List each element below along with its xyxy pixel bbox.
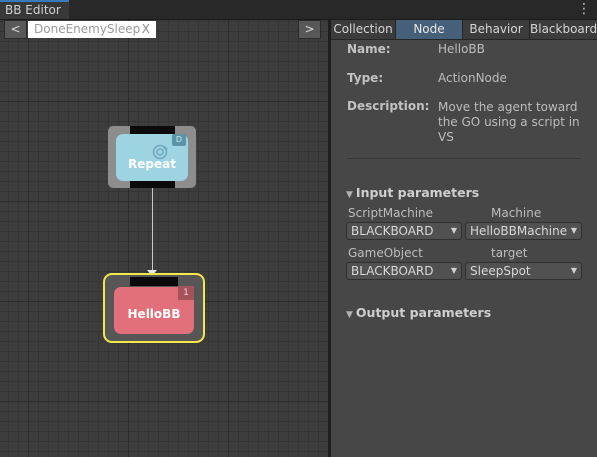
tab-collection[interactable]: Collection <box>331 20 396 39</box>
param-source-value: BLACKBOARD <box>351 264 434 278</box>
name-value: HelloBB <box>438 42 485 56</box>
breadcrumb-close-button[interactable]: X <box>142 21 150 38</box>
repeat-node-label: Repeat <box>128 157 176 171</box>
param-value-dropdown[interactable]: SleepSpot ▼ <box>465 262 582 280</box>
breadcrumb-label: DoneEnemySleep <box>34 22 141 36</box>
input-port[interactable] <box>130 126 175 134</box>
collapse-triangle-icon: ▼ <box>346 190 353 200</box>
output-parameters-header[interactable]: ▼ Output parameters <box>346 305 491 320</box>
tab-behavior[interactable]: Behavior <box>463 20 530 39</box>
node-type-badge: D <box>172 134 186 146</box>
nav-back-button[interactable]: < <box>4 20 27 39</box>
type-value: ActionNode <box>438 71 507 85</box>
section-divider <box>347 158 581 159</box>
param-type-label: ScriptMachine <box>348 206 434 220</box>
graph-canvas[interactable]: < DoneEnemySleep X > Repeat D HelloBB 1 <box>0 20 328 457</box>
param-name-label: target <box>491 246 528 260</box>
param-value-text: HelloBBMachine <box>470 224 568 238</box>
tab-node[interactable]: Node <box>396 20 463 39</box>
param-name-label: Machine <box>491 206 542 220</box>
breadcrumb[interactable]: DoneEnemySleep X <box>28 21 156 38</box>
inspector-tabs: Collection Node Behavior Blackboard <box>331 20 597 40</box>
output-port[interactable] <box>130 181 175 188</box>
type-label: Type: <box>347 71 384 85</box>
hellobb-node[interactable]: HelloBB 1 <box>103 273 205 343</box>
param-source-dropdown[interactable]: BLACKBOARD ▼ <box>346 262 462 280</box>
tab-blackboard[interactable]: Blackboard <box>530 20 597 39</box>
nav-forward-button[interactable]: > <box>298 20 321 39</box>
param-source-value: BLACKBOARD <box>351 224 434 238</box>
input-parameters-label: Input parameters <box>355 185 480 200</box>
description-value: Move the agent toward the GO using a scr… <box>438 100 580 144</box>
node-index-badge: 1 <box>178 286 194 300</box>
chevron-down-icon: ▼ <box>450 226 457 235</box>
node-connection-line <box>152 188 153 274</box>
chevron-down-icon: ▼ <box>450 266 457 275</box>
window-title-tab[interactable]: BB Editor <box>0 0 69 19</box>
input-port[interactable] <box>130 277 178 286</box>
kebab-menu-icon[interactable]: ⋮ <box>577 1 591 17</box>
output-parameters-label: Output parameters <box>355 305 492 320</box>
name-label: Name: <box>347 42 391 56</box>
repeat-node[interactable]: Repeat D <box>108 126 196 188</box>
input-parameters-header[interactable]: ▼ Input parameters <box>346 185 479 200</box>
param-type-label: GameObject <box>348 246 423 260</box>
hellobb-node-label: HelloBB <box>127 307 181 321</box>
param-value-text: SleepSpot <box>470 264 531 278</box>
chevron-down-icon: ▼ <box>570 226 577 235</box>
param-value-dropdown[interactable]: HelloBBMachine ▼ <box>465 222 582 240</box>
inspector-panel: Collection Node Behavior Blackboard Name… <box>331 20 597 457</box>
param-source-dropdown[interactable]: BLACKBOARD ▼ <box>346 222 462 240</box>
window-titlebar: BB Editor ⋮ <box>0 0 597 20</box>
chevron-down-icon: ▼ <box>570 266 577 275</box>
description-label: Description: <box>347 99 430 113</box>
collapse-triangle-icon: ▼ <box>346 310 353 320</box>
